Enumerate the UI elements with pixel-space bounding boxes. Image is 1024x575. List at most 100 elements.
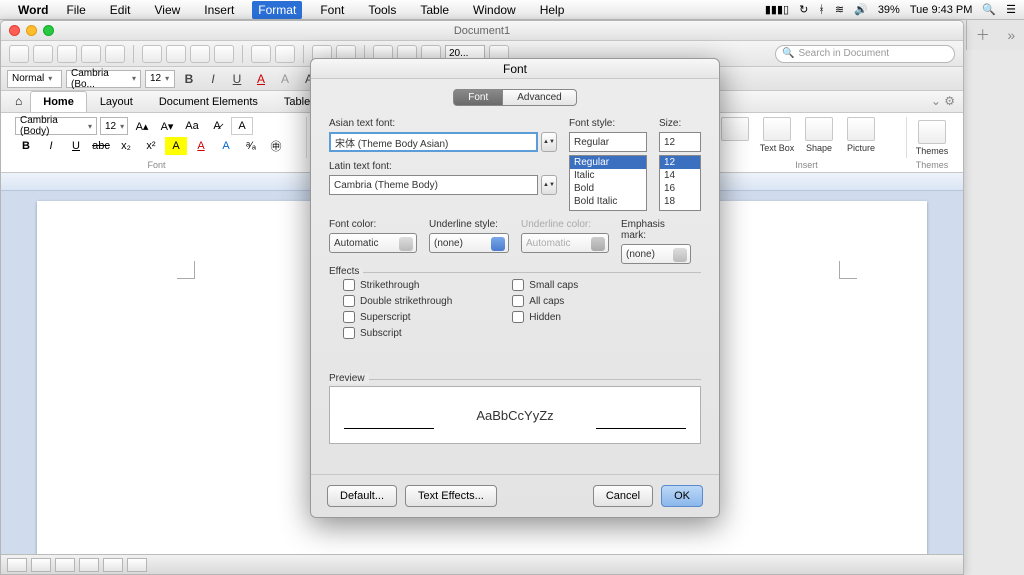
list-item[interactable]: 14	[660, 169, 700, 182]
tab-layout[interactable]: Layout	[87, 91, 146, 112]
shape-button[interactable]: Shape	[799, 117, 839, 153]
list-item[interactable]: 16	[660, 182, 700, 195]
minimize-button[interactable]	[26, 25, 37, 36]
text-box-button[interactable]: Text Box	[757, 117, 797, 153]
bluetooth-icon[interactable]: ᚼ	[818, 4, 825, 16]
highlight-button[interactable]: A	[275, 70, 295, 88]
print-icon[interactable]	[105, 45, 125, 63]
list-item[interactable]: Bold Italic	[570, 195, 646, 208]
style-combo[interactable]: Normal	[7, 70, 62, 88]
font-style-list[interactable]: Regular Italic Bold Bold Italic	[569, 155, 647, 211]
wifi-icon[interactable]: ≋	[835, 3, 844, 16]
view-focus-icon[interactable]	[103, 558, 123, 572]
tab-document-elements[interactable]: Document Elements	[146, 91, 271, 112]
strikethrough-button[interactable]: abc	[90, 137, 112, 155]
default-button[interactable]: Default...	[327, 485, 397, 507]
smallcaps-checkbox[interactable]: Small caps	[512, 279, 578, 291]
list-item[interactable]: Italic	[570, 169, 646, 182]
double-strikethrough-checkbox[interactable]: Double strikethrough	[343, 295, 452, 307]
change-case-icon[interactable]: Aa	[181, 117, 203, 135]
phonetic-guide-button[interactable]: ᵃ⁄ₐ	[240, 137, 262, 155]
view-notebook-icon[interactable]	[79, 558, 99, 572]
clear-format-icon[interactable]: A̷	[206, 117, 228, 135]
save-icon[interactable]	[81, 45, 101, 63]
view-publishing-icon[interactable]	[55, 558, 75, 572]
cancel-button[interactable]: Cancel	[593, 485, 653, 507]
menu-format[interactable]: Format	[252, 1, 302, 19]
subscript-checkbox[interactable]: Subscript	[343, 327, 452, 339]
paste-icon[interactable]	[190, 45, 210, 63]
quick-styles-button[interactable]	[715, 117, 755, 141]
tab-home[interactable]: Home	[30, 91, 87, 112]
asian-font-stepper[interactable]: ▲▼	[541, 132, 557, 152]
ribbon-collapse-icon[interactable]: ⌄ ⚙	[923, 90, 963, 112]
list-item[interactable]: 18	[660, 195, 700, 208]
view-outline-icon[interactable]	[31, 558, 51, 572]
menu-font[interactable]: Font	[314, 1, 350, 19]
menu-view[interactable]: View	[148, 1, 186, 19]
superscript-button[interactable]: x²	[140, 137, 162, 155]
latin-font-stepper[interactable]: ▲▼	[541, 175, 557, 195]
show-all-icon[interactable]: »	[1007, 27, 1015, 43]
picture-button[interactable]: Picture	[841, 117, 881, 153]
font-combo[interactable]: Cambria (Bo...	[66, 70, 141, 88]
themes-button[interactable]: Themes	[915, 117, 949, 158]
notification-icon[interactable]: ☰	[1006, 3, 1016, 16]
ribbon-bold-button[interactable]: B	[15, 137, 37, 155]
asian-font-input[interactable]: 宋体 (Theme Body Asian)	[329, 132, 538, 152]
strikethrough-checkbox[interactable]: Strikethrough	[343, 279, 452, 291]
menu-tools[interactable]: Tools	[362, 1, 402, 19]
volume-icon[interactable]: 🔊	[854, 3, 868, 16]
list-item[interactable]: Bold	[570, 182, 646, 195]
bold-button[interactable]: B	[179, 70, 199, 88]
styles-pane-icon[interactable]: A	[231, 117, 253, 135]
latin-font-input[interactable]: Cambria (Theme Body)	[329, 175, 538, 195]
ribbon-home-icon[interactable]: ⌂	[7, 90, 30, 112]
list-item[interactable]: 20	[660, 208, 700, 211]
hidden-checkbox[interactable]: Hidden	[512, 311, 578, 323]
allcaps-checkbox[interactable]: All caps	[512, 295, 578, 307]
open-icon[interactable]	[57, 45, 77, 63]
font-size-list[interactable]: 12 14 16 18 20	[659, 155, 701, 211]
ribbon-italic-button[interactable]: I	[40, 137, 62, 155]
cut-icon[interactable]	[142, 45, 162, 63]
font-style-input[interactable]: Regular	[569, 132, 647, 152]
grow-font-icon[interactable]: A▴	[131, 117, 153, 135]
undo-icon[interactable]	[251, 45, 271, 63]
emphasis-mark-dropdown[interactable]: (none)	[621, 244, 691, 264]
enclose-char-button[interactable]: ㊥	[265, 137, 287, 155]
dialog-tab-font[interactable]: Font	[453, 89, 503, 106]
ok-button[interactable]: OK	[661, 485, 703, 507]
menu-help[interactable]: Help	[534, 1, 571, 19]
new-doc-icon[interactable]	[9, 45, 29, 63]
ribbon-underline-button[interactable]: U	[65, 137, 87, 155]
menu-insert[interactable]: Insert	[198, 1, 240, 19]
underline-button[interactable]: U	[227, 70, 247, 88]
new-tab-icon[interactable]: ＋	[976, 25, 990, 45]
list-item[interactable]: 12	[660, 156, 700, 169]
menu-edit[interactable]: Edit	[104, 1, 137, 19]
list-item[interactable]: Regular	[570, 156, 646, 169]
spotlight-icon[interactable]: 🔍	[982, 3, 996, 16]
format-painter-icon[interactable]	[214, 45, 234, 63]
menu-window[interactable]: Window	[467, 1, 522, 19]
dialog-tab-advanced[interactable]: Advanced	[503, 89, 576, 106]
font-size-input[interactable]: 12	[659, 132, 701, 152]
text-effects-button[interactable]: Text Effects...	[405, 485, 497, 507]
font-color-dropdown[interactable]: A	[190, 137, 212, 155]
text-effects-button[interactable]: A	[215, 137, 237, 155]
font-color-button[interactable]: A	[251, 70, 271, 88]
ribbon-font-combo[interactable]: Cambria (Body)	[15, 117, 97, 135]
ribbon-size-combo[interactable]: 12	[100, 117, 128, 135]
app-name[interactable]: Word	[18, 3, 48, 17]
view-print-layout-icon[interactable]	[7, 558, 27, 572]
redo-icon[interactable]	[275, 45, 295, 63]
subscript-button[interactable]: x₂	[115, 137, 137, 155]
copy-icon[interactable]	[166, 45, 186, 63]
font-color-dropdown[interactable]: Automatic	[329, 233, 417, 253]
battery-icon[interactable]: ▮▮▮▯	[765, 3, 789, 16]
template-icon[interactable]	[33, 45, 53, 63]
menu-table[interactable]: Table	[414, 1, 455, 19]
underline-style-dropdown[interactable]: (none)	[429, 233, 509, 253]
clock[interactable]: Tue 9:43 PM	[910, 4, 973, 16]
